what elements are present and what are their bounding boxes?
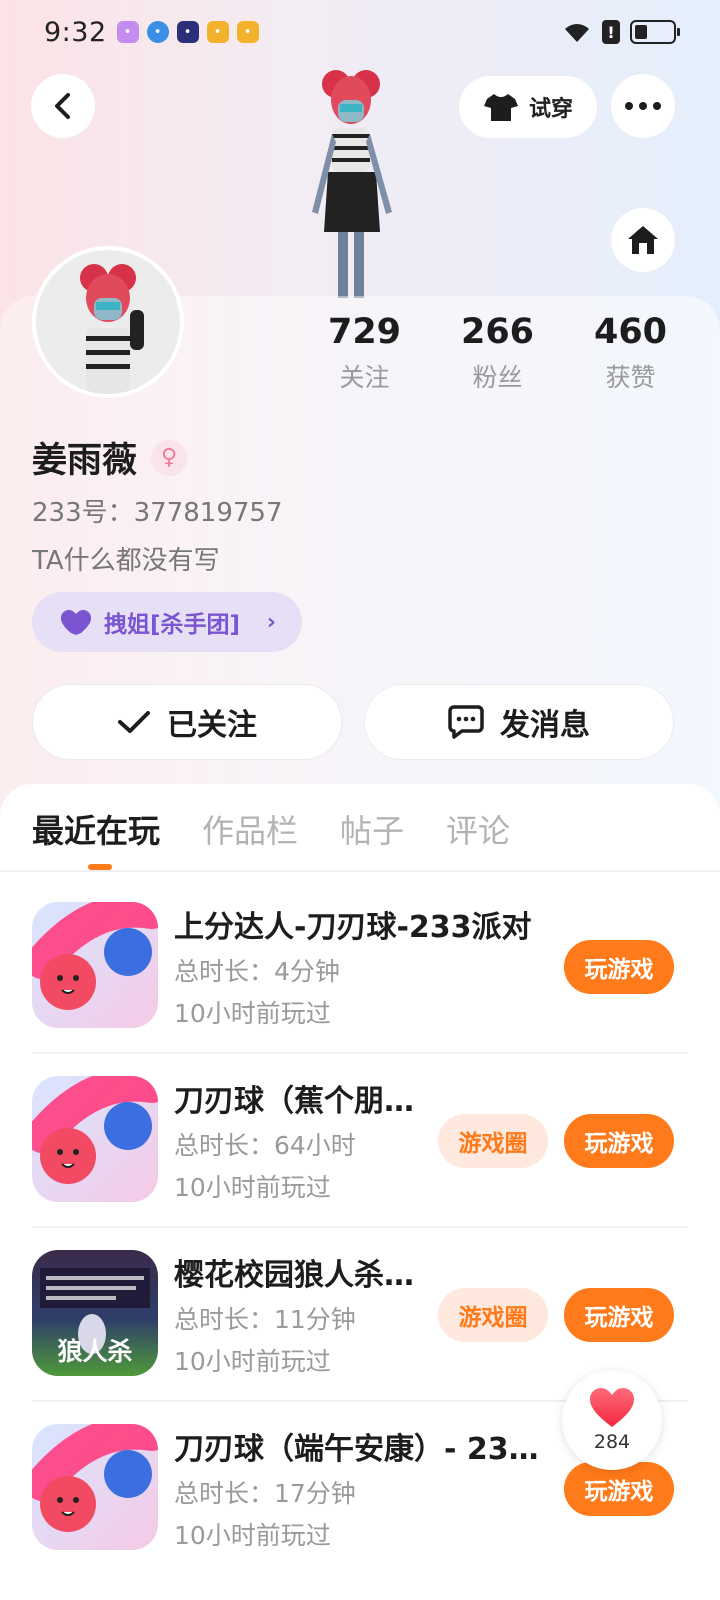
tshirt-icon <box>483 94 518 121</box>
followed-label: 已关注 <box>167 708 257 743</box>
game-last-played: 10小时前玩过 <box>174 999 331 1028</box>
list-divider <box>32 1226 688 1228</box>
tab-posts[interactable]: 帖子 <box>340 806 404 852</box>
list-divider <box>32 1052 688 1054</box>
avatar-3d-figure <box>312 70 392 298</box>
weibo-notification-icon: • <box>236 21 259 43</box>
profile-stats: 729 关注 266 粉丝 460 获赞 <box>298 312 698 394</box>
game-title: 樱花校园狼人杀… <box>174 1258 414 1293</box>
status-right: ! <box>562 20 680 44</box>
play-game-button[interactable]: 玩游戏 <box>564 1288 674 1342</box>
game-list-item[interactable]: 刀刃球（蕉个朋… 总时长：64小时 10小时前玩过 游戏圈 玩游戏 <box>32 1076 688 1226</box>
play-game-button[interactable]: 玩游戏 <box>564 1462 674 1516</box>
game-title: 刀刃球（蕉个朋… <box>174 1084 414 1119</box>
game-list-item[interactable]: 上分达人-刀刃球-233派对 总时长：4分钟 10小时前玩过 玩游戏 <box>32 902 688 1052</box>
heart-icon <box>590 1388 634 1427</box>
more-button[interactable] <box>611 74 675 138</box>
weibo-notification-icon: • <box>206 21 229 43</box>
user-id: 233号：377819757 <box>32 498 283 528</box>
home-button[interactable] <box>611 208 675 272</box>
group-label: 拽姐[杀手团] <box>104 612 241 638</box>
stat-following-count: 729 <box>327 312 402 352</box>
game-circle-button[interactable]: 游戏圈 <box>438 1288 548 1342</box>
tabs-divider <box>0 870 720 872</box>
more-dots-icon <box>625 102 661 110</box>
play-game-button[interactable]: 玩游戏 <box>564 940 674 994</box>
stat-followers-label: 粉丝 <box>472 363 523 392</box>
app-notification-icon: • <box>116 21 139 43</box>
message-label: 发消息 <box>500 708 590 743</box>
checkmark-icon <box>118 711 150 733</box>
alert-icon: ! <box>602 20 620 44</box>
game-title: 上分达人-刀刃球-233派对 <box>174 910 532 945</box>
game-icon-blade-ball <box>32 1424 158 1550</box>
game-duration: 总时长：4分钟 <box>174 957 340 986</box>
game-circle-button[interactable]: 游戏圈 <box>438 1114 548 1168</box>
stat-likes[interactable]: 460 获赞 <box>564 312 697 394</box>
game-icon-werewolf: 狼人杀 <box>32 1250 158 1376</box>
back-button[interactable] <box>31 74 95 138</box>
game-title: 刀刃球（端午安康）- 23… <box>174 1432 539 1467</box>
game-last-played: 10小时前玩过 <box>174 1347 331 1376</box>
avatar[interactable] <box>32 246 184 398</box>
status-bar: 9:32 • • • • • ! <box>0 0 720 64</box>
game-duration: 总时长：64小时 <box>174 1131 356 1160</box>
game-last-played: 10小时前玩过 <box>174 1173 331 1202</box>
game-last-played: 10小时前玩过 <box>174 1521 331 1550</box>
wifi-icon <box>565 24 589 42</box>
home-icon <box>628 226 658 254</box>
battery-icon <box>630 20 680 44</box>
status-time: 9:32 <box>44 16 107 48</box>
like-count: 284 <box>593 1431 631 1453</box>
followed-button[interactable]: 已关注 <box>32 684 342 760</box>
try-on-label: 试穿 <box>528 97 573 122</box>
browser-notification-icon: • <box>146 21 169 43</box>
female-gender-icon: ♀ <box>151 439 188 476</box>
chat-bubble-icon <box>448 705 484 739</box>
profile-tabs: 最近在玩 作品栏 帖子 评论 <box>32 806 510 852</box>
avatar-image <box>80 264 144 394</box>
tab-works[interactable]: 作品栏 <box>202 806 298 852</box>
game-notification-icon: • <box>176 21 199 43</box>
tab-comments[interactable]: 评论 <box>446 806 510 852</box>
try-on-button[interactable]: 试穿 <box>459 76 597 138</box>
play-game-button[interactable]: 玩游戏 <box>564 1114 674 1168</box>
chevron-left-icon <box>55 93 70 119</box>
stat-followers-count: 266 <box>460 312 535 352</box>
game-duration: 总时长：17分钟 <box>174 1479 356 1508</box>
stat-following[interactable]: 729 关注 <box>298 312 431 394</box>
notification-icons: • • • • • <box>116 21 259 43</box>
game-icon-blade-ball <box>32 1076 158 1202</box>
user-name: 姜雨薇 <box>32 441 138 481</box>
message-button[interactable]: 发消息 <box>364 684 674 760</box>
game-icon-label: 狼人杀 <box>57 1337 133 1366</box>
name-row: 姜雨薇 ♀ <box>32 432 188 483</box>
chevron-right-icon: › <box>266 609 276 635</box>
stat-following-label: 关注 <box>339 363 390 392</box>
game-duration: 总时长：11分钟 <box>174 1305 356 1334</box>
group-badge-button[interactable]: 拽姐[杀手团] › <box>32 592 302 652</box>
stat-likes-label: 获赞 <box>605 363 656 392</box>
like-floating-button[interactable]: 284 <box>562 1370 662 1470</box>
stat-followers[interactable]: 266 粉丝 <box>431 312 564 394</box>
tab-recently-played[interactable]: 最近在玩 <box>32 806 160 852</box>
user-bio: TA什么都没有写 <box>32 546 220 576</box>
game-icon-blade-ball <box>32 902 158 1028</box>
stat-likes-count: 460 <box>593 312 668 352</box>
heart-group-icon <box>61 610 91 635</box>
